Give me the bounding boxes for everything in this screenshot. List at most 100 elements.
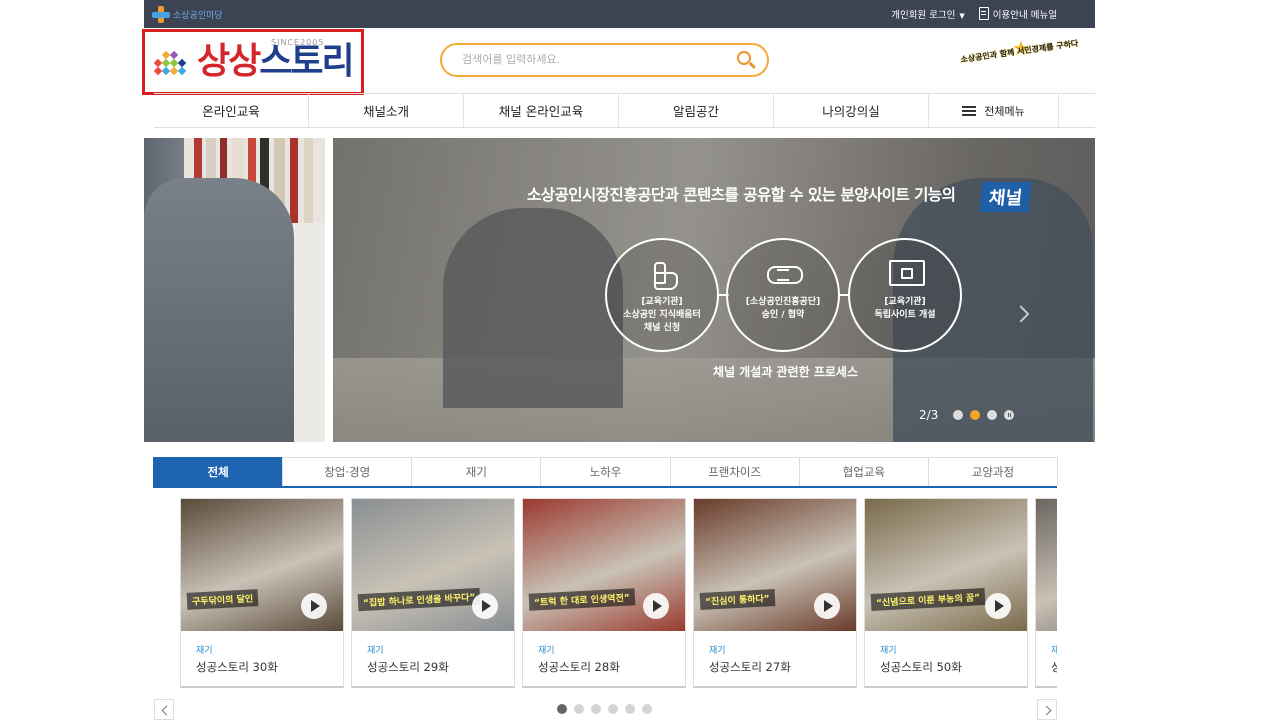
banner-dot-3[interactable] [987,410,998,420]
guide-label: 이용안내 메뉴얼 [992,10,1057,21]
page: 소상공인마당 개인회원 로그인 ▼ 이용안내 메뉴얼 SINCE2005 상상스토… [0,0,1280,720]
carousel-dot[interactable] [642,704,652,714]
play-icon[interactable] [643,593,669,619]
logo-mosaic-tile [161,58,171,68]
play-icon[interactable] [301,593,327,619]
card-category: 재기 [196,646,213,656]
step-3-line-2: 독립사이트 개설 [874,310,936,320]
video-thumbnail: “신념으로 이룬 부농의 꿈” [865,499,1027,631]
play-icon[interactable] [472,593,498,619]
video-card[interactable]: “트럭 한 대로 인생역전” 재기 성공스토리 28화 [522,498,686,688]
login-label: 개인회원 로그인 [891,10,956,21]
nav-my-classroom[interactable]: 나의강의실 [774,94,929,127]
banner-counter: 2/3 [919,408,939,422]
nav-channel-online-education[interactable]: 채널 온라인교육 [464,94,619,127]
video-thumbnail: “집밥 하나로 인생을 바꾸다” [352,499,514,631]
thumbnail-caption: “트럭 한 대로 인생역전” [528,588,636,611]
site-logo[interactable]: SINCE2005 상상스토리 [142,29,364,95]
card-category: 재기 [1051,646,1057,656]
carousel-dot[interactable] [574,704,584,714]
nav-all-menu[interactable]: 전체메뉴 [929,94,1059,127]
logo-text-blue: 스토리 [259,41,354,82]
guide-link[interactable]: 이용안내 메뉴얼 [978,7,1057,21]
carousel-pager [557,704,652,714]
step-2-line-2: 승인 / 협약 [761,310,805,320]
card-title: 성공스토리 27화 [709,660,791,674]
video-card[interactable]: “신념으로 이룬 부농의 꿈” 재기 성공스토리 50화 [864,498,1028,688]
process-step-3: [교육기관] 독립사이트 개설 [848,238,962,352]
monitor-lock-icon [889,260,925,288]
card-category: 재기 [538,646,555,656]
login-dropdown[interactable]: 개인회원 로그인 ▼ [891,7,965,21]
banner-headline: 소상공인시장진흥공단과 콘텐츠를 공유할 수 있는 분양사이트 기능의 [527,186,956,204]
carousel-dot[interactable] [591,704,601,714]
pause-icon[interactable] [1004,410,1015,420]
step-3-line-1: [교육기관] [884,297,926,307]
banner-prev-slide[interactable] [144,138,325,442]
step-1-line-3: 채널 신청 [643,323,681,333]
main-banner[interactable]: 소상공인시장진흥공단과 콘텐츠를 공유할 수 있는 분양사이트 기능의 채널 [… [333,138,1095,442]
video-card[interactable]: 구두닦이의 달인 재기 성공스토리 30화 [180,498,344,688]
tab-knowhow[interactable]: 노하우 [540,457,671,486]
card-title: 성공스토리 30화 [196,660,278,674]
top-brand-link[interactable]: 소상공인마당 [152,6,223,23]
banner-dot-1[interactable] [953,410,964,420]
logo-mosaic-tile [177,66,187,76]
caret-down-icon: ▼ [959,12,965,20]
video-card[interactable]: “집밥 하나로 인생을 바꾸다” 재기 성공스토리 29화 [351,498,515,688]
main-nav: 온라인교육 채널소개 채널 온라인교육 알림공간 나의강의실 전체메뉴 [154,93,1095,128]
all-menu-label: 전체메뉴 [984,104,1025,118]
video-card[interactable]: “진심이 통하다” 재기 성공스토리 27화 [693,498,857,688]
search-input[interactable] [462,53,722,66]
banner-caption: 채널 개설과 관련한 프로세스 [713,365,859,379]
nav-online-education[interactable]: 온라인교육 [154,94,309,127]
video-thumbnail: 구두닦이의 달인 [181,499,343,631]
top-utility: 개인회원 로그인 ▼ 이용안내 메뉴얼 [891,7,1057,21]
play-icon[interactable] [814,593,840,619]
card-title: 성 [1051,660,1057,674]
nav-notice[interactable]: 알림공간 [619,94,774,127]
carousel-dot[interactable] [608,704,618,714]
handshake-icon [767,260,803,288]
video-card[interactable]: 재기 성 [1035,498,1057,688]
video-thumbnail: “트럭 한 대로 인생역전” [523,499,685,631]
top-bar: 소상공인마당 개인회원 로그인 ▼ 이용안내 메뉴얼 [144,0,1095,28]
tab-franchise[interactable]: 프랜차이즈 [669,457,800,486]
video-carousel: 구두닦이의 달인 재기 성공스토리 30화 “집밥 하나로 인생을 바꾸다” 재… [180,498,1057,688]
top-brand-label: 소상공인마당 [173,11,223,21]
play-icon[interactable] [985,593,1011,619]
logo-mosaic-tile [153,66,163,76]
logo-text-red: 상상 [197,41,261,82]
hamburger-menu-icon [962,105,977,116]
tab-liberal-arts[interactable]: 교양과정 [927,457,1058,486]
campaign-badge[interactable]: ★ 소상공인과 함께 서민경제를 구하다 [960,36,1079,84]
document-icon [978,7,989,20]
card-title: 성공스토리 50화 [880,660,962,674]
video-thumbnail: “진심이 통하다” [694,499,856,631]
carousel-next-button[interactable] [1037,699,1057,720]
tab-all[interactable]: 전체 [153,457,284,486]
card-category: 재기 [367,646,384,656]
banner-dot-2[interactable] [970,410,981,420]
process-step-2: [소상공인진흥공단] 승인 / 협약 [726,238,840,352]
card-category: 재기 [880,646,897,656]
search-icon[interactable] [737,51,751,65]
tab-recovery[interactable]: 재기 [411,457,542,486]
category-tabs: 전체 창업·경영 재기 노하우 프랜차이즈 협업교육 교양과정 [153,457,1058,488]
thumbnail-caption: “집밥 하나로 인생을 바꾸다” [357,587,481,612]
banner-pager: 2/3 [919,408,1015,422]
video-thumbnail [1036,499,1057,631]
tab-cooperation[interactable]: 협업교육 [798,457,929,486]
step-1-line-1: [교육기관] [641,297,683,307]
carousel-dot[interactable] [557,704,567,714]
thumbnail-caption: “진심이 통하다” [699,589,776,610]
carousel-dot[interactable] [625,704,635,714]
tab-startup-management[interactable]: 창업·경영 [282,457,413,486]
logo-text: 상상스토리 [197,40,355,84]
card-title: 성공스토리 29화 [367,660,449,674]
card-category: 재기 [709,646,726,656]
carousel-prev-button[interactable] [154,699,174,720]
brand-plus-icon [152,6,170,23]
logo-mosaic-icon [153,50,187,80]
nav-channel-intro[interactable]: 채널소개 [309,94,464,127]
